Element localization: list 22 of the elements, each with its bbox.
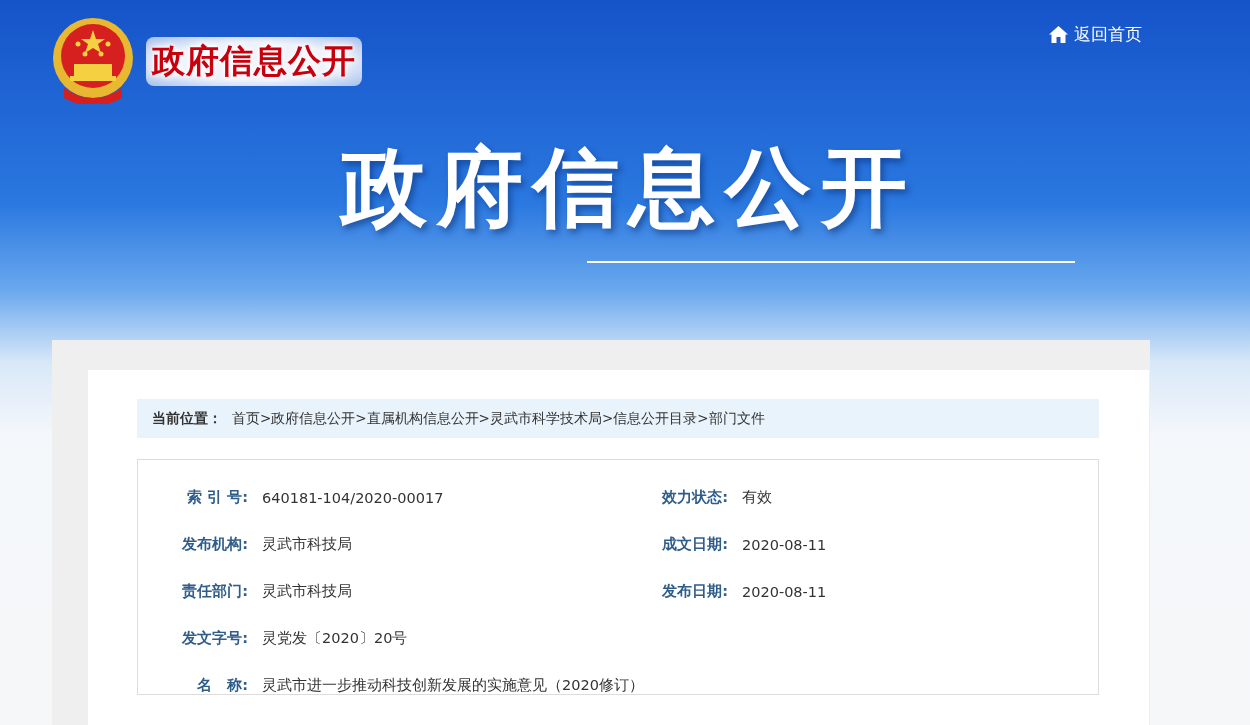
breadcrumb-label: 当前位置：: [152, 409, 222, 428]
banner-title: 政府信息公开: [338, 136, 917, 239]
field-label: 索 引 号:: [186, 488, 248, 507]
field-label: 发布日期:: [661, 582, 728, 601]
field-label: 发布机构:: [181, 535, 248, 554]
field-value: 2020-08-11: [742, 583, 827, 600]
field-label: 责任部门:: [181, 582, 248, 601]
field-value: 灵武市进一步推动科技创新发展的实施意见（2020修订）: [262, 676, 644, 695]
logo-text: 政府信息公开: [146, 36, 362, 86]
home-icon: [1049, 26, 1068, 43]
field-value: 有效: [742, 488, 772, 507]
field-value: 灵党发〔2020〕20号: [262, 629, 408, 648]
field-label: 成文日期:: [661, 535, 728, 554]
field-label: 效力状态:: [661, 488, 728, 507]
field-value: 640181-104/2020-00017: [262, 489, 444, 506]
field-value: 灵武市科技局: [262, 582, 352, 601]
field-value: 灵武市科技局: [262, 535, 352, 554]
field-value: 2020-08-11: [742, 536, 827, 553]
field-label: 发文字号:: [181, 629, 248, 648]
home-link[interactable]: 返回首页: [1049, 23, 1142, 46]
breadcrumb-trail: 首页>政府信息公开>直属机构信息公开>灵武市科学技术局>信息公开目录>部门文件: [232, 409, 765, 428]
field-label: 名 称:: [196, 676, 248, 695]
